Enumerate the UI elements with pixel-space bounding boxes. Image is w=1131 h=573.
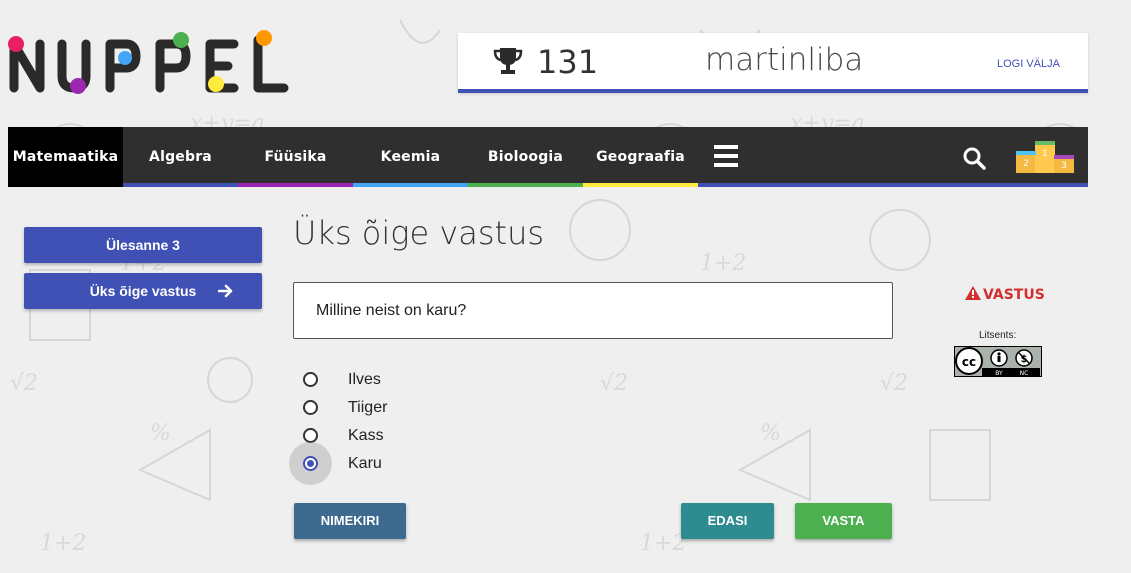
page-title: Üks õige vastus bbox=[293, 214, 545, 252]
svg-text:1+2: 1+2 bbox=[640, 531, 686, 556]
radio-ilves[interactable] bbox=[303, 372, 318, 387]
nav-item-keemia[interactable]: Keemia bbox=[353, 127, 468, 187]
next-button[interactable]: EDASI bbox=[681, 503, 774, 539]
nav-stripe-keemia bbox=[353, 183, 468, 187]
option-tiiger[interactable]: Tiiger bbox=[301, 394, 501, 422]
nav-item-bioloogia[interactable]: Bioloogia bbox=[468, 127, 583, 187]
podium-first: 1 bbox=[1042, 149, 1048, 159]
show-answer-label: VASTUS bbox=[983, 287, 1045, 303]
svg-text:√2: √2 bbox=[880, 371, 908, 396]
points-count: 131 bbox=[537, 43, 599, 81]
nav-item-algebra[interactable]: Algebra bbox=[123, 127, 238, 187]
nav-stripe-bioloogia bbox=[468, 183, 583, 187]
nav-stripe-geograafia bbox=[583, 183, 698, 187]
radio-kass[interactable] bbox=[303, 428, 318, 443]
task-type-label: Üks õige vastus bbox=[89, 283, 197, 299]
trophy-icon bbox=[493, 48, 523, 74]
svg-text:√2: √2 bbox=[600, 371, 628, 396]
radio-karu[interactable] bbox=[303, 456, 318, 471]
show-answer-link[interactable]: VASTUS bbox=[965, 286, 1045, 303]
task-type-button[interactable]: Üks õige vastus bbox=[24, 273, 262, 309]
warning-triangle-icon bbox=[965, 286, 981, 300]
question-box: Milline neist on karu? bbox=[293, 282, 893, 339]
list-button[interactable]: NIMEKIRI bbox=[294, 503, 406, 539]
username: martinliba bbox=[705, 42, 864, 78]
answer-button[interactable]: VASTA bbox=[795, 503, 892, 539]
search-icon[interactable] bbox=[962, 146, 986, 170]
leaderboard-podium-icon[interactable]: 1 2 3 bbox=[1016, 139, 1074, 173]
cc-by-nc-license-badge[interactable]: cc $ BY NC bbox=[954, 346, 1042, 377]
nav-item-geograafia[interactable]: Geograafia bbox=[583, 127, 698, 187]
cc-nc-text: NC bbox=[1020, 370, 1029, 377]
license-label: Litsents: bbox=[979, 330, 1017, 341]
task-number-button[interactable]: Ülesanne 3 bbox=[24, 227, 262, 263]
podium-second: 2 bbox=[1023, 159, 1029, 169]
option-label: Ilves bbox=[348, 371, 381, 388]
svg-text:%: % bbox=[150, 421, 171, 446]
arrow-right-icon bbox=[218, 284, 233, 298]
logout-link[interactable]: LOGI VÄLJA bbox=[997, 58, 1060, 70]
svg-text:1+2: 1+2 bbox=[40, 531, 86, 556]
nav-item-fuusika[interactable]: Füüsika bbox=[238, 127, 353, 187]
svg-text:%: % bbox=[760, 421, 781, 446]
nav-item-matemaatika[interactable]: Matemaatika bbox=[8, 127, 123, 187]
svg-text:1+2: 1+2 bbox=[700, 251, 746, 276]
question-text: Milline neist on karu? bbox=[316, 302, 467, 319]
svg-text:√2: √2 bbox=[10, 371, 38, 396]
subject-navbar: Matemaatika Algebra Füüsika Keemia Biolo… bbox=[8, 127, 1088, 187]
svg-text:cc: cc bbox=[962, 355, 976, 369]
hamburger-menu-icon[interactable] bbox=[714, 145, 738, 167]
nav-stripe-fuusika bbox=[238, 183, 353, 187]
option-label: Tiiger bbox=[348, 399, 388, 416]
radio-tiiger[interactable] bbox=[303, 400, 318, 415]
nav-stripe-algebra bbox=[123, 183, 238, 187]
nuppel-logo[interactable] bbox=[6, 30, 292, 96]
nav-stripe-rest bbox=[698, 183, 1088, 187]
user-panel: 131 martinliba LOGI VÄLJA bbox=[458, 33, 1088, 93]
podium-third: 3 bbox=[1061, 161, 1067, 171]
option-label: Karu bbox=[348, 455, 382, 472]
option-kass[interactable]: Kass bbox=[301, 422, 501, 450]
option-ilves[interactable]: Ilves bbox=[301, 366, 501, 394]
cc-by-text: BY bbox=[995, 370, 1003, 377]
task-number-label: Ülesanne 3 bbox=[106, 237, 180, 253]
option-karu[interactable]: Karu bbox=[289, 442, 501, 485]
option-label: Kass bbox=[348, 427, 384, 444]
